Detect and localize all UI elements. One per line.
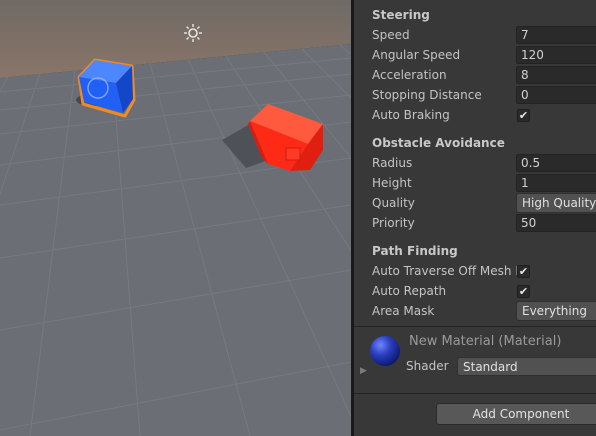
area-mask-dropdown[interactable]: Everything	[516, 301, 596, 321]
height-field[interactable]: 1	[516, 174, 596, 192]
angular-speed-field[interactable]: 120	[516, 46, 596, 64]
area-mask-label: Area Mask	[372, 304, 435, 318]
acceleration-field[interactable]: 8	[516, 66, 596, 84]
divider-line	[354, 393, 596, 394]
section-title-steering: Steering	[372, 8, 430, 22]
stopping-distance-label: Stopping Distance	[372, 88, 482, 102]
shader-dropdown[interactable]: Standard	[457, 357, 596, 376]
auto-traverse-label: Auto Traverse Off Mesh L	[372, 264, 517, 278]
material-preview-sphere	[370, 336, 400, 366]
auto-braking-checkbox[interactable]: ✔	[517, 109, 530, 122]
scene-view[interactable]	[0, 0, 351, 436]
inspector-panel: Steering Speed 7 Angular Speed 120 Accel…	[354, 0, 596, 436]
material-title: New Material (Material)	[409, 334, 562, 349]
radius-label: Radius	[372, 156, 413, 170]
auto-repath-label: Auto Repath	[372, 284, 447, 298]
speed-field[interactable]: 7	[516, 26, 596, 44]
ground-plane	[0, 44, 351, 436]
priority-field[interactable]: 50	[516, 214, 596, 232]
speed-label: Speed	[372, 28, 410, 42]
height-label: Height	[372, 176, 412, 190]
acceleration-label: Acceleration	[372, 68, 447, 82]
stopping-distance-field[interactable]: 0	[516, 86, 596, 104]
scene-canvas[interactable]	[0, 0, 351, 436]
foldout-arrow-icon[interactable]: ▶	[360, 366, 367, 376]
quality-label: Quality	[372, 196, 415, 210]
angular-speed-label: Angular Speed	[372, 48, 461, 62]
auto-repath-checkbox[interactable]: ✔	[517, 285, 530, 298]
shader-label: Shader	[406, 359, 449, 373]
priority-label: Priority	[372, 216, 415, 230]
section-title-path-finding: Path Finding	[372, 244, 458, 258]
section-title-obstacle-avoidance: Obstacle Avoidance	[372, 136, 505, 150]
auto-braking-label: Auto Braking	[372, 108, 450, 122]
add-component-button[interactable]: Add Component	[436, 403, 596, 425]
divider-line	[354, 326, 596, 327]
radius-field[interactable]: 0.5	[516, 154, 596, 172]
quality-dropdown[interactable]: High Quality	[516, 193, 596, 213]
auto-traverse-checkbox[interactable]: ✔	[517, 265, 530, 278]
